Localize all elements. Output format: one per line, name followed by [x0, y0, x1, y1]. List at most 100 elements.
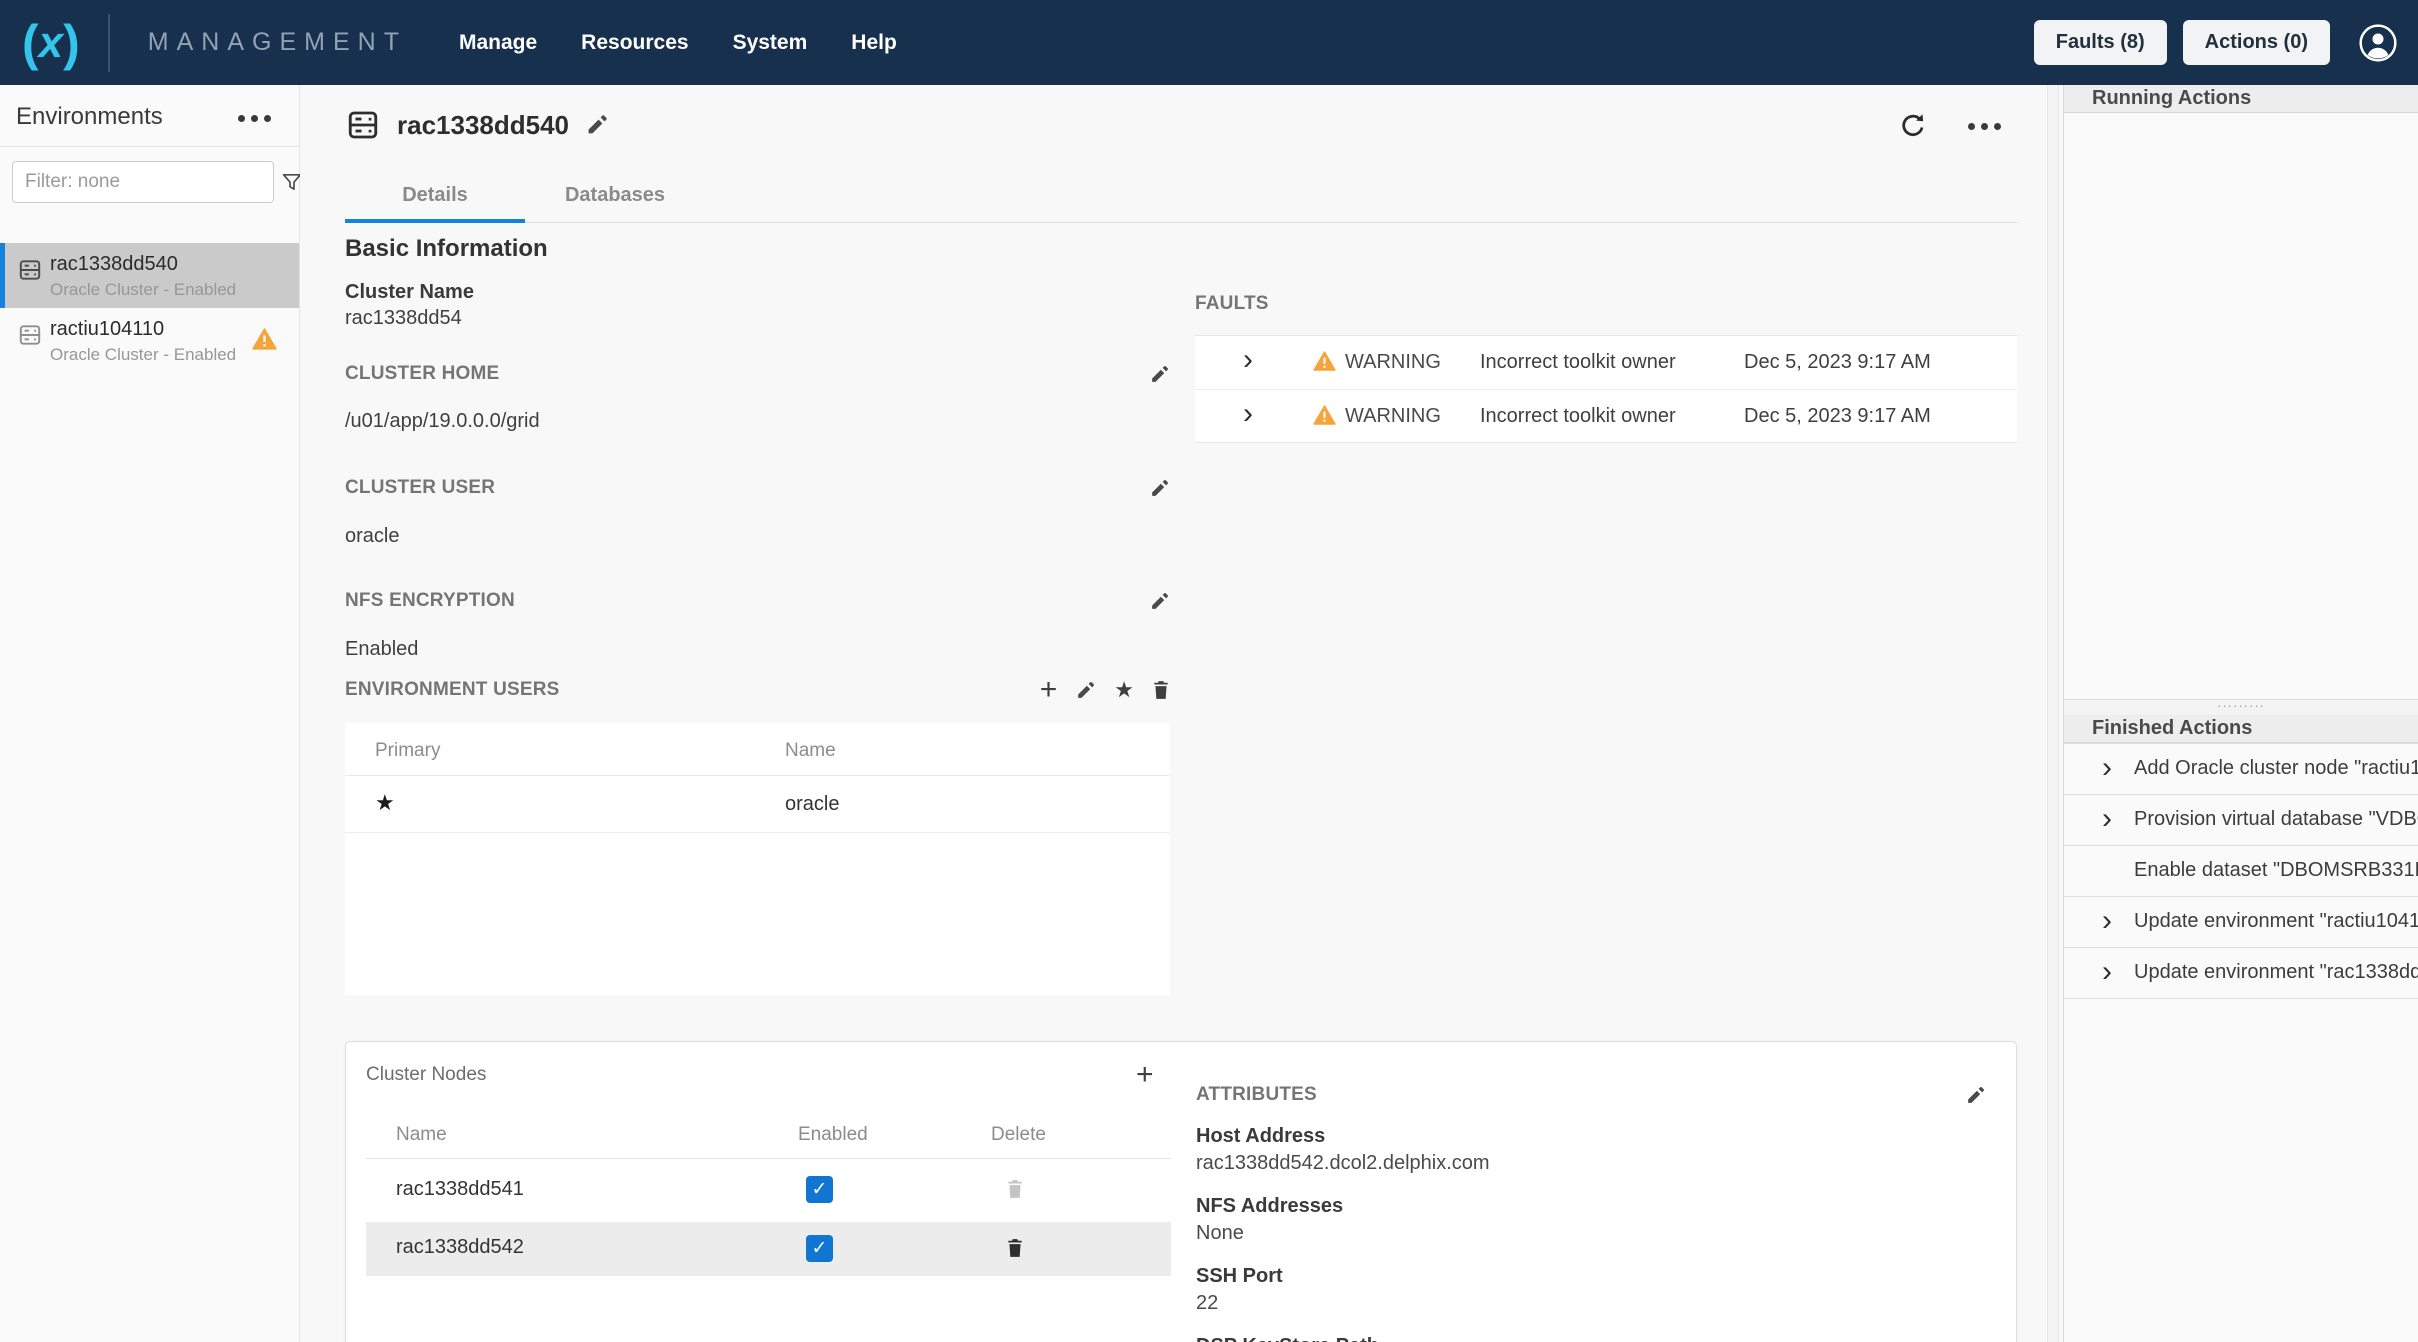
- cluster-nodes-card: Cluster Nodes + Name Enabled Delete rac1…: [345, 1041, 2017, 1342]
- sidebar-overflow-menu-icon[interactable]: [238, 115, 271, 122]
- environment-users-table-header: Primary Name: [345, 723, 1170, 776]
- cluster-nodes-table: Name Enabled Delete rac1338dd541 ✓ rac13…: [366, 1112, 1171, 1276]
- top-navbar: (x) MANAGEMENT Manage Resources System H…: [0, 0, 2418, 85]
- environment-subtitle: Oracle Cluster - Enabled: [50, 345, 283, 365]
- expand-fault-icon[interactable]: ›: [1243, 345, 1253, 375]
- expand-action-icon[interactable]: ›: [2102, 957, 2112, 987]
- set-primary-user-icon[interactable]: ★: [1114, 679, 1134, 701]
- tab-details[interactable]: Details: [345, 167, 525, 222]
- tab-databases[interactable]: Databases: [525, 167, 705, 222]
- sidebar-item-rac1338dd540[interactable]: rac1338dd540 Oracle Cluster - Enabled: [0, 243, 299, 308]
- cluster-node-row[interactable]: rac1338dd542 ✓: [366, 1222, 1171, 1276]
- fault-severity: WARNING: [1345, 405, 1441, 428]
- actions-sidebar: Running Actions ········· Finished Actio…: [2063, 85, 2418, 1342]
- enabled-checkbox[interactable]: ✓: [806, 1176, 833, 1203]
- delete-node-icon[interactable]: [1006, 1238, 1024, 1258]
- filter-icon[interactable]: [282, 173, 302, 191]
- finished-action-row[interactable]: › Enable dataset "DBOMSRB331B3".: [2064, 846, 2418, 897]
- fault-date: Dec 5, 2023 9:17 AM: [1744, 405, 1931, 428]
- menu-system[interactable]: System: [733, 31, 808, 55]
- finished-action-row[interactable]: › Update environment "rac1338dd54...: [2064, 948, 2418, 999]
- sidebar-item-ractiu104110[interactable]: ractiu104110 Oracle Cluster - Enabled: [0, 308, 299, 373]
- environment-filter: [12, 161, 274, 203]
- cluster-nodes-label: Cluster Nodes: [366, 1064, 486, 1086]
- user-avatar-icon[interactable]: [2358, 23, 2398, 63]
- column-delete: Delete: [991, 1124, 1046, 1146]
- finished-action-label: Add Oracle cluster node "ractiu104...: [2134, 757, 2418, 780]
- user-name: oracle: [785, 793, 839, 816]
- edit-nfs-encryption-icon[interactable]: [1149, 591, 1170, 612]
- expand-fault-icon[interactable]: ›: [1243, 399, 1253, 429]
- cluster-name-label: Cluster Name: [345, 281, 474, 304]
- main-scrollbar[interactable]: [2047, 85, 2059, 1342]
- navbar-right: Faults (8) Actions (0): [2034, 20, 2398, 65]
- attributes-label: ATTRIBUTES: [1196, 1084, 1317, 1106]
- enabled-checkbox[interactable]: ✓: [806, 1235, 833, 1262]
- delphix-logo-icon[interactable]: (x): [22, 18, 78, 68]
- finished-action-row[interactable]: › Add Oracle cluster node "ractiu104...: [2064, 744, 2418, 795]
- environment-users-table: Primary Name ★ oracle: [345, 723, 1170, 995]
- panel-resize-handle[interactable]: ·········: [2064, 700, 2418, 715]
- filter-input[interactable]: [13, 171, 282, 193]
- host-icon: [17, 322, 43, 348]
- edit-title-icon[interactable]: [585, 113, 609, 137]
- add-user-icon[interactable]: +: [1040, 675, 1058, 705]
- page-overflow-menu-icon[interactable]: [1968, 123, 2001, 130]
- attribute-host-address: Host Address rac1338dd542.dcol2.delphix.…: [1196, 1122, 1986, 1176]
- page-header-actions: [1898, 111, 2001, 141]
- environment-users-toolbar: + ★: [1040, 675, 1170, 705]
- faults-label: FAULTS: [1195, 293, 1269, 315]
- finished-action-row[interactable]: › Update environment "ractiu104110".: [2064, 897, 2418, 948]
- nfs-encryption-label: NFS ENCRYPTION: [345, 590, 515, 612]
- host-icon: [345, 107, 381, 143]
- edit-cluster-home-icon[interactable]: [1149, 364, 1170, 385]
- faults-button[interactable]: Faults (8): [2034, 20, 2167, 65]
- actions-button[interactable]: Actions (0): [2183, 20, 2330, 65]
- environment-details-main: rac1338dd540 Details Databases Basic Inf…: [300, 85, 2063, 1342]
- environment-name: ractiu104110: [50, 318, 283, 341]
- finished-action-label: Update environment "rac1338dd54...: [2134, 961, 2418, 984]
- column-name: Name: [785, 740, 836, 762]
- environment-subtitle: Oracle Cluster - Enabled: [50, 280, 283, 300]
- fault-title: Incorrect toolkit owner: [1480, 351, 1676, 374]
- detail-tabs: Details Databases: [345, 167, 2017, 223]
- faults-list: › WARNING Incorrect toolkit owner Dec 5,…: [1195, 335, 2017, 443]
- finished-action-label: Enable dataset "DBOMSRB331B3".: [2134, 859, 2418, 882]
- environment-users-label: ENVIRONMENT USERS: [345, 679, 560, 701]
- fault-row[interactable]: › WARNING Incorrect toolkit owner Dec 5,…: [1195, 389, 2017, 442]
- brand-divider: [108, 14, 110, 72]
- attribute-dsp-keystore-path: DSP KeyStore Path None: [1196, 1332, 1986, 1342]
- menu-manage[interactable]: Manage: [459, 31, 537, 55]
- expand-action-icon[interactable]: ›: [2102, 753, 2112, 783]
- sidebar-header: Environments: [0, 85, 299, 147]
- fault-row[interactable]: › WARNING Incorrect toolkit owner Dec 5,…: [1195, 336, 2017, 389]
- edit-user-icon[interactable]: [1075, 680, 1096, 701]
- expand-action-icon[interactable]: ›: [2102, 906, 2112, 936]
- column-primary: Primary: [375, 740, 440, 762]
- expand-action-icon[interactable]: ›: [2102, 804, 2112, 834]
- basic-information-heading: Basic Information: [345, 235, 548, 263]
- node-name: rac1338dd541: [396, 1178, 524, 1201]
- delete-node-icon[interactable]: [1006, 1179, 1024, 1199]
- finished-action-row[interactable]: › Provision virtual database "VDBO_...: [2064, 795, 2418, 846]
- brand-title: MANAGEMENT: [148, 28, 407, 57]
- edit-attributes-icon[interactable]: [1965, 1085, 1986, 1106]
- environment-list: rac1338dd540 Oracle Cluster - Enabled ra…: [0, 243, 299, 373]
- delphix-management-app: (x) MANAGEMENT Manage Resources System H…: [0, 0, 2418, 1342]
- menu-resources[interactable]: Resources: [581, 31, 688, 55]
- environment-user-row[interactable]: ★ oracle: [345, 776, 1170, 833]
- delete-user-icon[interactable]: [1152, 680, 1170, 700]
- menu-help[interactable]: Help: [851, 31, 897, 55]
- running-actions-header: Running Actions: [2064, 85, 2418, 113]
- refresh-icon[interactable]: [1898, 111, 1928, 141]
- finished-action-label: Update environment "ractiu104110".: [2134, 910, 2418, 933]
- node-name: rac1338dd542: [396, 1236, 524, 1259]
- cluster-node-row[interactable]: rac1338dd541 ✓: [366, 1159, 1171, 1222]
- column-enabled: Enabled: [798, 1124, 868, 1146]
- finished-actions-list: › Add Oracle cluster node "ractiu104... …: [2064, 743, 2418, 999]
- fault-severity: WARNING: [1345, 351, 1441, 374]
- running-actions-list: [2064, 113, 2418, 700]
- primary-star-icon: ★: [375, 790, 395, 816]
- edit-cluster-user-icon[interactable]: [1149, 478, 1170, 499]
- add-cluster-node-icon[interactable]: +: [1136, 1060, 1154, 1090]
